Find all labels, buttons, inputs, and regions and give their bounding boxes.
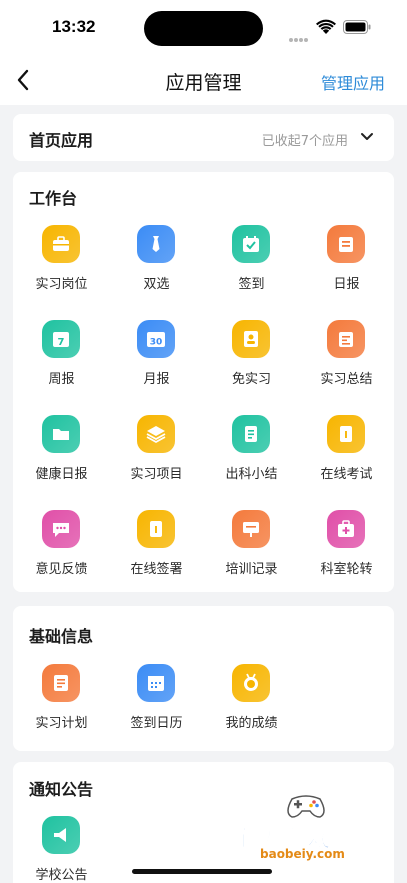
app-medal[interactable]: 我的成绩: [204, 664, 299, 754]
workbench-card: 工作台 实习岗位 双选 签到 日报 7 周报 30 月报 免实习 实习总结健康日报 实习项目 出科小结…: [13, 172, 394, 592]
home-apps-card[interactable]: 首页应用 已收起7个应用: [13, 114, 394, 161]
app-label: 培训记录: [225, 562, 278, 577]
watermark-url: baobeiy.com: [260, 847, 345, 861]
app-medical-kit[interactable]: 科室轮转: [299, 510, 394, 600]
calendar-grid-icon: [137, 664, 175, 702]
megaphone-icon: [42, 816, 80, 854]
battery-icon: [343, 20, 371, 34]
folder-icon: [42, 415, 80, 453]
app-label: 健康日报: [35, 467, 88, 482]
id-badge-icon: [232, 320, 270, 358]
scroll-icon: [232, 415, 270, 453]
svg-text:7: 7: [58, 337, 65, 348]
app-folder[interactable]: 健康日报: [14, 415, 109, 505]
app-calendar-7[interactable]: 7 周报: [14, 320, 109, 410]
app-calendar-30[interactable]: 30 月报: [109, 320, 204, 410]
app-label: 免实习: [231, 372, 271, 387]
app-label: 出科小结: [225, 467, 278, 482]
app-label: 签到: [238, 277, 265, 292]
exam-doc-icon: I: [327, 415, 365, 453]
app-label: 签到日历: [130, 716, 183, 731]
calendar-7-icon: 7: [42, 320, 80, 358]
home-apps-status: 已收起7个应用: [261, 134, 348, 149]
medical-kit-icon: [327, 510, 365, 548]
app-calendar-check[interactable]: 签到: [204, 225, 299, 315]
app-daily-report[interactable]: 日报: [299, 225, 394, 315]
app-label: 学校公告: [35, 868, 88, 883]
app-chat-bubble[interactable]: 意见反馈: [14, 510, 109, 600]
app-label: 我的成绩: [225, 716, 278, 731]
dynamic-island: [144, 11, 263, 46]
app-label: 双选: [143, 277, 170, 292]
summary-doc-icon: [327, 320, 365, 358]
app-presentation[interactable]: 培训记录: [204, 510, 299, 600]
navigation-bar: 应用管理 管理应用: [0, 56, 407, 105]
layers-icon: [137, 415, 175, 453]
app-label: 在线考试: [320, 467, 373, 482]
svg-text:I: I: [154, 525, 158, 536]
app-id-badge[interactable]: 免实习: [204, 320, 299, 410]
app-label: 日报: [333, 277, 360, 292]
app-sign-doc[interactable]: I 在线签署: [109, 510, 204, 600]
app-label: 科室轮转: [320, 562, 373, 577]
app-label: 月报: [143, 372, 170, 387]
wifi-icon: [316, 19, 336, 34]
workbench-title: 工作台: [29, 189, 78, 208]
briefcase-icon: [42, 225, 80, 263]
calendar-30-icon: 30: [137, 320, 175, 358]
app-label: 意见反馈: [35, 562, 88, 577]
app-briefcase[interactable]: 实习岗位: [14, 225, 109, 315]
gamepad-icon: [287, 795, 325, 818]
header-area: 13:32 应用管理 管理应用: [0, 0, 407, 105]
notice-title: 通知公告: [29, 780, 94, 799]
signal-dots-icon: [289, 27, 311, 42]
home-indicator: [132, 869, 272, 874]
app-calendar-grid[interactable]: 签到日历: [109, 664, 204, 754]
app-scroll[interactable]: 出科小结: [204, 415, 299, 505]
app-megaphone[interactable]: 学校公告: [14, 816, 109, 883]
app-tie[interactable]: 双选: [109, 225, 204, 315]
daily-report-icon: [327, 225, 365, 263]
home-apps-title: 首页应用: [29, 131, 94, 150]
svg-text:30: 30: [150, 338, 163, 348]
basic-info-card: 基础信息 实习计划 签到日历 我的成绩: [13, 606, 394, 751]
app-label: 在线签署: [130, 562, 183, 577]
app-label: 周报: [48, 372, 75, 387]
app-plan-doc[interactable]: 实习计划: [14, 664, 109, 754]
status-time: 13:32: [52, 17, 96, 36]
watermark-logo: 宝贝游戏网 baobeiy.com: [232, 790, 382, 862]
app-label: 实习项目: [130, 467, 183, 482]
chat-bubble-icon: [42, 510, 80, 548]
app-label: 实习岗位: [35, 277, 88, 292]
app-label: 实习总结: [320, 372, 373, 387]
medal-icon: [232, 664, 270, 702]
svg-text:I: I: [344, 430, 348, 441]
tie-icon: [137, 225, 175, 263]
app-label: 实习计划: [35, 716, 88, 731]
calendar-check-icon: [232, 225, 270, 263]
status-bar: 13:32: [0, 0, 407, 56]
plan-doc-icon: [42, 664, 80, 702]
chevron-down-icon[interactable]: [360, 131, 374, 143]
basic-info-title: 基础信息: [29, 627, 94, 646]
sign-doc-icon: I: [137, 510, 175, 548]
presentation-icon: [232, 510, 270, 548]
app-summary-doc[interactable]: 实习总结: [299, 320, 394, 410]
app-exam-doc[interactable]: I 在线考试: [299, 415, 394, 505]
app-layers[interactable]: 实习项目: [109, 415, 204, 505]
manage-apps-button[interactable]: 管理应用: [321, 70, 385, 94]
